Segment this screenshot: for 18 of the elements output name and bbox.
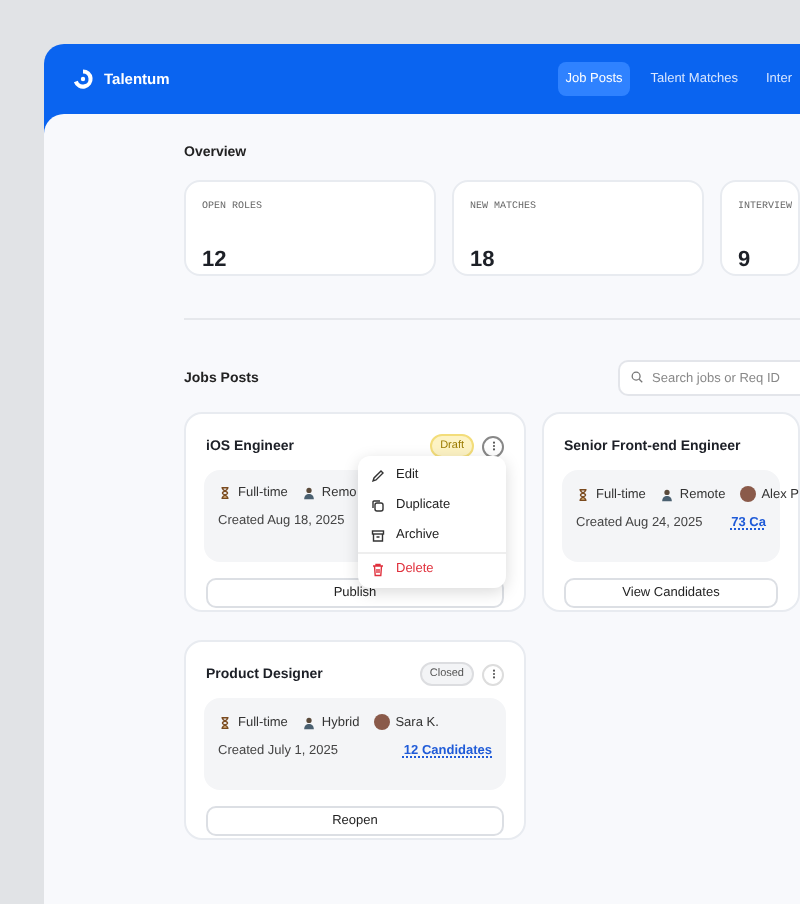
avatar	[739, 486, 756, 502]
person-icon	[301, 715, 316, 729]
trash-icon	[370, 561, 386, 577]
person-icon	[301, 486, 316, 500]
stat-value: 9	[738, 248, 753, 272]
search-icon	[630, 370, 644, 384]
copy-icon	[370, 497, 386, 513]
pencil-icon	[370, 467, 386, 483]
logo-icon	[72, 68, 94, 90]
hourglass-icon	[218, 486, 232, 500]
stat-value: 12	[202, 248, 229, 272]
more-button[interactable]	[482, 435, 504, 457]
hourglass-icon	[576, 487, 590, 501]
hourglass-icon	[218, 715, 232, 729]
stat-value: 18	[470, 248, 497, 272]
person-icon	[659, 487, 674, 501]
avatar	[373, 714, 390, 730]
archive-box-icon	[370, 527, 386, 543]
